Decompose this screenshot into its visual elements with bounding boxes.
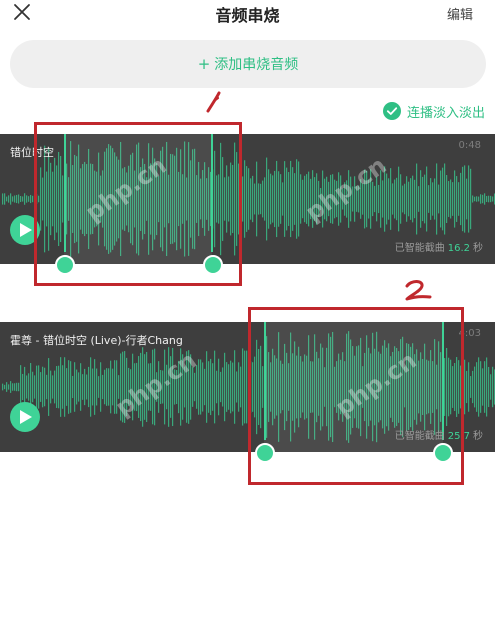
annotation-box-2: [248, 307, 464, 485]
add-medley-audio-button[interactable]: + 添加串烧音频: [10, 40, 486, 88]
annotation-number-1: [200, 90, 226, 120]
smart-cut-unit: 秒: [473, 243, 483, 254]
crossfade-label: 连播淡入淡出: [406, 105, 485, 121]
crossfade-toggle[interactable]: 连播淡入淡出: [382, 100, 485, 122]
header: 音频串烧 编辑: [0, 0, 495, 30]
annotation-box-1: [34, 122, 242, 286]
smart-cut-unit: 秒: [473, 431, 483, 442]
plus-icon: +: [197, 55, 211, 73]
smart-cut-label: 已智能截曲: [394, 243, 445, 254]
track-duration: 0:48: [458, 140, 481, 151]
play-icon: [20, 410, 32, 424]
check-circle-icon[interactable]: [382, 102, 401, 120]
track-name: 霍尊 - 错位时空 (Live)-行者Chang: [10, 334, 183, 347]
smart-cut-info: 已智能截曲 16.2 秒: [395, 239, 483, 254]
smart-cut-value: 16.2: [447, 243, 470, 254]
play-button[interactable]: [10, 402, 40, 432]
annotation-number-2: [402, 278, 434, 308]
edit-button[interactable]: 编辑: [447, 4, 473, 23]
add-medley-audio-label: 添加串烧音频: [214, 57, 299, 73]
play-icon: [20, 223, 32, 237]
page-title: 音频串烧: [215, 6, 280, 25]
